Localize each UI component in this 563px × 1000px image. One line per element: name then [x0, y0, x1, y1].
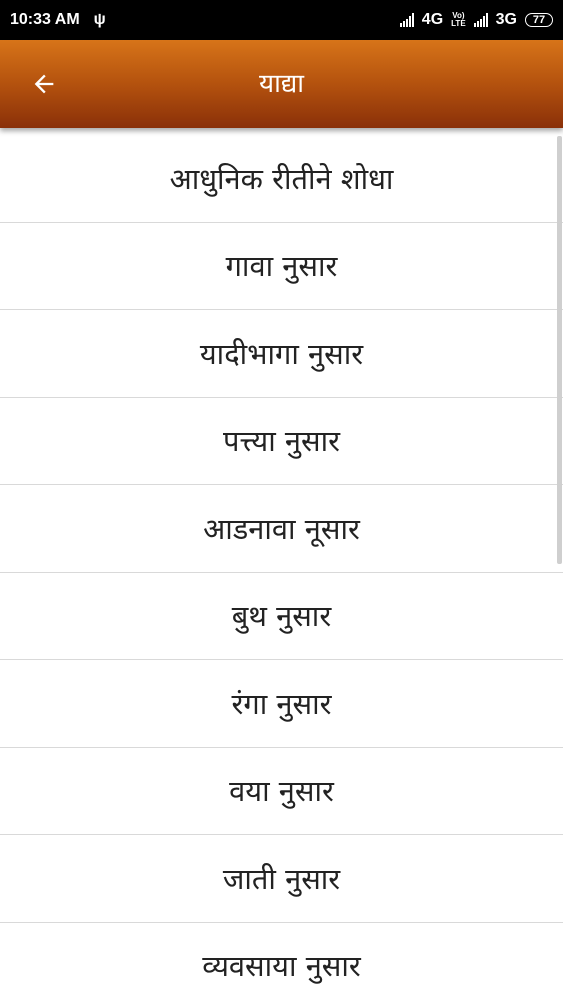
list-item-label: आडनावा नूसार: [203, 511, 360, 546]
list-item-label: आधुनिक रीतीने शोधा: [169, 161, 394, 196]
app-bar: याद्या: [0, 40, 563, 128]
list-item[interactable]: आडनावा नूसार: [0, 485, 563, 573]
status-left: 10:33 AM ψ: [10, 11, 106, 29]
list-item-label: पत्त्या नुसार: [222, 424, 340, 459]
list-item[interactable]: वया नुसार: [0, 748, 563, 835]
status-time: 10:33 AM: [10, 11, 80, 28]
signal-icon: [399, 13, 414, 27]
list-item[interactable]: व्यवसाया नुसार: [0, 923, 563, 1000]
list-item[interactable]: गावा नुसार: [0, 223, 563, 310]
menu-list: आधुनिक रीतीने शोधा गावा नुसार यादीभागा न…: [0, 135, 563, 1000]
list-item-label: व्यवसाया नुसार: [202, 949, 361, 984]
list-item-label: गावा नुसार: [225, 249, 338, 284]
list-item-label: रंगा नुसार: [231, 686, 332, 721]
volte-icon: Vo) LTE: [451, 12, 466, 28]
battery-level: 77: [532, 14, 546, 26]
list-item[interactable]: बुथ नुसार: [0, 573, 563, 660]
network-type-1: 4G: [421, 11, 444, 28]
list-item-label: वया नुसार: [229, 774, 334, 809]
scrollbar[interactable]: [557, 136, 562, 564]
status-bar: 10:33 AM ψ 4G Vo) LTE 3G 77: [0, 0, 563, 40]
list-item[interactable]: आधुनिक रीतीने शोधा: [0, 135, 563, 223]
list-item-label: जाती नुसार: [222, 861, 341, 896]
list-item[interactable]: जाती नुसार: [0, 835, 563, 923]
list-item-label: यादीभागा नुसार: [199, 336, 364, 371]
network-type-2: 3G: [495, 11, 517, 28]
list-item[interactable]: रंगा नुसार: [0, 660, 563, 748]
usb-icon: ψ: [93, 11, 106, 28]
status-right: 4G Vo) LTE 3G 77: [399, 11, 553, 29]
list-item[interactable]: यादीभागा नुसार: [0, 310, 563, 398]
battery-icon: 77: [525, 13, 553, 27]
list-item-label: बुथ नुसार: [231, 599, 332, 634]
page-title: याद्या: [259, 69, 304, 99]
signal-icon-2: [473, 13, 488, 27]
volte-bottom: LTE: [451, 19, 466, 28]
list-item[interactable]: पत्त्या नुसार: [0, 398, 563, 485]
